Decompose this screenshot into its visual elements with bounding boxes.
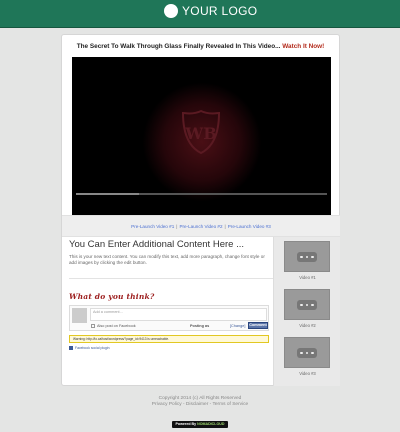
svg-text:WB: WB <box>184 124 217 143</box>
logo-circle-icon <box>164 4 178 18</box>
warning-message: Warning: http://lo.calhost/wordpress/?pa… <box>69 335 269 343</box>
avatar <box>72 308 87 323</box>
video-label-1: Video #1 <box>299 275 316 280</box>
video-thumbnail-3[interactable] <box>284 337 330 368</box>
headline-text: The Secret To Walk Through Glass Finally… <box>76 43 281 50</box>
header-bar: YOUR LOGO <box>0 0 400 28</box>
more-icon <box>297 252 317 262</box>
more-icon <box>297 300 317 310</box>
prelaunch-links: Pre-Launch Video #1 | Pre-Launch Video #2 |… <box>62 215 340 237</box>
logo-text: YOUR LOGO <box>182 4 258 18</box>
powered-by-prefix: Powered By <box>175 422 197 426</box>
comment-input[interactable]: Add a comment... <box>90 308 267 321</box>
video-player[interactable]: WB 0:00 / 2:45 YouTube <box>72 57 331 237</box>
main-content-card: The Secret To Walk Through Glass Finally… <box>61 34 340 386</box>
video-label-3: Video #3 <box>299 371 316 376</box>
video-thumbnail-1[interactable] <box>284 241 330 272</box>
content-body: This is your new text content. You can m… <box>69 254 265 265</box>
headline-cta: Watch It Now! <box>282 43 325 50</box>
change-link[interactable]: [Change] <box>230 324 245 328</box>
video-label-2: Video #2 <box>299 323 316 328</box>
more-icon <box>297 348 317 358</box>
plugin-label: Facebook social plugin <box>75 346 110 350</box>
content-section: You Can Enter Additional Content Here ..… <box>69 238 273 266</box>
powered-by-badge[interactable]: Powered By NOMADICLOUD <box>172 421 228 428</box>
powered-by-brand: NOMADICLOUD <box>197 422 225 426</box>
shield-logo-icon: WB <box>181 109 221 155</box>
checkbox-label: Also post on Facebook <box>97 324 136 328</box>
checkbox-icon <box>91 324 95 328</box>
content-title: You Can Enter Additional Content Here ..… <box>69 239 244 250</box>
comment-button[interactable]: Comment <box>248 322 268 329</box>
comments-heading: What do you think? <box>69 292 155 301</box>
facebook-icon <box>69 346 73 351</box>
content-divider <box>69 278 273 279</box>
video-progress-bar[interactable] <box>76 193 327 195</box>
footer-links[interactable]: Privacy Policy - Disclaimer - Terms of S… <box>0 402 400 408</box>
facebook-plugin-link[interactable]: Facebook social plugin <box>69 346 110 351</box>
post-to-facebook-checkbox[interactable]: Also post on Facebook <box>91 324 136 328</box>
video-thumbnail-2[interactable] <box>284 289 330 320</box>
page-footer: Copyright 2014 (c) All Rights Reserved P… <box>0 396 400 408</box>
video-sidebar: Video #1 Video #2 Video #3 <box>273 237 340 386</box>
page-headline: The Secret To Walk Through Glass Finally… <box>62 43 339 50</box>
prelaunch-link-3[interactable]: Pre-Launch Video #3 <box>228 224 271 229</box>
facebook-comment-box: Add a comment... Also post on Facebook P… <box>69 305 269 331</box>
posting-as-label: Posting as <box>190 324 210 328</box>
prelaunch-link-2[interactable]: Pre-Launch Video #2 <box>179 224 222 229</box>
prelaunch-link-1[interactable]: Pre-Launch Video #1 <box>131 224 174 229</box>
logo[interactable]: YOUR LOGO <box>164 4 257 18</box>
